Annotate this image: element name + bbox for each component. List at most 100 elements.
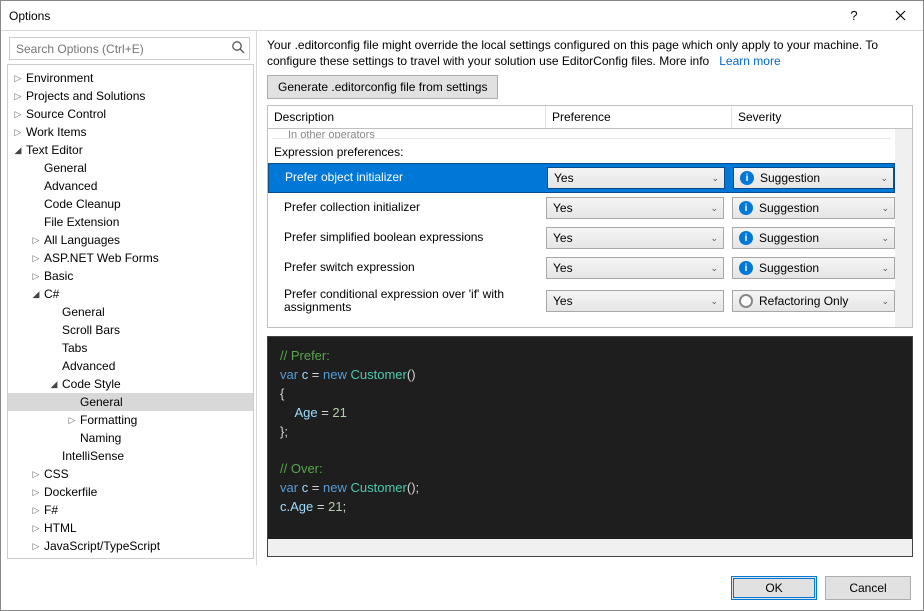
cancel-button[interactable]: Cancel [825,576,911,600]
previous-group-tail: In other operators [272,129,891,139]
rule-row[interactable]: Prefer collection initializerYes⌄iSugges… [268,193,895,223]
expand-collapse-icon[interactable]: ▷ [12,91,24,102]
tree-node-general[interactable]: General [8,393,253,411]
expand-collapse-icon[interactable]: ◢ [30,289,42,300]
tree-node-general[interactable]: General [8,303,253,321]
tree-node-source-control[interactable]: ▷Source Control [8,105,253,123]
tree-node-label: Work Items [24,125,86,139]
rule-row[interactable]: Prefer switch expressionYes⌄ iSuggestion⌄ [268,253,895,283]
help-button[interactable]: ? [831,1,877,30]
tree-node-label: IntelliSense [60,449,124,463]
ok-button[interactable]: OK [731,576,817,600]
tree-node-file-extension[interactable]: File Extension [8,213,253,231]
tree-node-label: Code Cleanup [42,197,121,211]
tree-node-label: Advanced [60,359,115,373]
tree-node-work-items[interactable]: ▷Work Items [8,123,253,141]
severity-dropdown[interactable]: Refactoring Only⌄ [732,290,895,312]
grid-vertical-scrollbar[interactable] [895,129,912,327]
tree-node-scroll-bars[interactable]: Scroll Bars [8,321,253,339]
chevron-down-icon: ⌄ [881,233,889,244]
chevron-down-icon: ⌄ [881,263,889,274]
tree-node-asp-net-web-forms[interactable]: ▷ASP.NET Web Forms [8,249,253,267]
severity-dropdown[interactable]: iSuggestion⌄ [732,227,895,249]
tree-node-advanced[interactable]: Advanced [8,177,253,195]
dialog-buttons: OK Cancel [731,576,911,600]
tree-node-javascript-typescript[interactable]: ▷JavaScript/TypeScript [8,537,253,555]
severity-info-icon: i [739,231,753,245]
tree-node-label: F# [42,503,58,517]
expand-collapse-icon[interactable]: ◢ [48,379,60,390]
info-text: Your .editorconfig file might override t… [267,37,913,69]
tree-node-text-editor[interactable]: ◢Text Editor [8,141,253,159]
tree-node-general[interactable]: General [8,159,253,177]
options-tree[interactable]: ▷Environment▷Projects and Solutions▷Sour… [7,64,254,559]
right-pane: Your .editorconfig file might override t… [257,31,923,565]
col-description[interactable]: Description [268,106,546,128]
tree-node-tabs[interactable]: Tabs [8,339,253,357]
rule-row[interactable]: Prefer object initializerYes⌄ iSuggestion… [268,163,895,193]
tree-node-advanced[interactable]: Advanced [8,357,253,375]
severity-dropdown[interactable]: iSuggestion⌄ [732,257,895,279]
tree-node-label: Projects and Solutions [24,89,145,103]
rule-row[interactable]: Prefer conditional expression over 'if' … [268,283,895,319]
tree-node-label: Basic [42,269,73,283]
expand-collapse-icon[interactable]: ▷ [30,271,42,282]
tree-node-label: CSS [42,467,69,481]
tree-node-projects-and-solutions[interactable]: ▷Projects and Solutions [8,87,253,105]
tree-node-label: All Languages [42,233,120,247]
tree-node-c-[interactable]: ◢C# [8,285,253,303]
tree-node-css[interactable]: ▷CSS [8,465,253,483]
tree-node-code-style[interactable]: ◢Code Style [8,375,253,393]
tree-node-label: C# [42,287,59,301]
preference-dropdown[interactable]: Yes⌄ [546,257,724,279]
expand-collapse-icon[interactable]: ◢ [12,145,24,156]
tree-node-basic[interactable]: ▷Basic [8,267,253,285]
expand-collapse-icon[interactable]: ▷ [30,505,42,516]
search-input[interactable] [9,37,250,60]
col-preference[interactable]: Preference [546,106,732,128]
rule-description: Prefer switch expression [284,261,546,275]
tree-node-f-[interactable]: ▷F# [8,501,253,519]
expand-collapse-icon[interactable]: ▷ [12,109,24,120]
tree-node-formatting[interactable]: ▷Formatting [8,411,253,429]
expand-collapse-icon[interactable]: ▷ [12,73,24,84]
severity-info-icon: i [739,201,753,215]
code-horizontal-scrollbar[interactable] [268,539,912,556]
expand-collapse-icon[interactable]: ▷ [30,541,42,552]
preference-dropdown[interactable]: Yes⌄ [546,227,724,249]
close-button[interactable] [877,1,923,30]
preference-dropdown[interactable]: Yes⌄ [546,290,724,312]
rule-row[interactable]: Prefer simplified boolean expressionsYes… [268,223,895,253]
expand-collapse-icon[interactable]: ▷ [66,415,78,426]
tree-node-dockerfile[interactable]: ▷Dockerfile [8,483,253,501]
expand-collapse-icon[interactable]: ▷ [30,469,42,480]
tree-node-label: Advanced [42,179,97,193]
tree-node-label: General [42,161,87,175]
tree-node-all-languages[interactable]: ▷All Languages [8,231,253,249]
expand-collapse-icon[interactable]: ▷ [30,523,42,534]
preference-dropdown[interactable]: Yes⌄ [546,197,724,219]
expand-collapse-icon[interactable]: ▷ [30,487,42,498]
expand-collapse-icon[interactable]: ▷ [30,253,42,264]
col-severity[interactable]: Severity [732,106,912,128]
tree-node-label: HTML [42,521,77,535]
severity-info-icon: i [739,261,753,275]
expand-collapse-icon[interactable]: ▷ [12,127,24,138]
tree-node-naming[interactable]: Naming [8,429,253,447]
tree-node-label: General [60,305,105,319]
rule-description: Prefer object initializer [285,171,547,185]
severity-dropdown[interactable]: iSuggestion⌄ [732,197,895,219]
tree-node-environment[interactable]: ▷Environment [8,69,253,87]
grid-header: Description Preference Severity [267,105,913,128]
preference-dropdown[interactable]: Yes⌄ [547,167,725,189]
tree-node-html[interactable]: ▷HTML [8,519,253,537]
tree-node-label: Formatting [78,413,137,427]
learn-more-link[interactable]: Learn more [719,54,780,68]
severity-dropdown[interactable]: iSuggestion⌄ [733,167,894,189]
tree-node-intellisense[interactable]: IntelliSense [8,447,253,465]
tree-node-code-cleanup[interactable]: Code Cleanup [8,195,253,213]
tree-node-label: Tabs [60,341,87,355]
generate-editorconfig-button[interactable]: Generate .editorconfig file from setting… [267,75,498,99]
expand-collapse-icon[interactable]: ▷ [30,235,42,246]
group-expression-preferences: Expression preferences: [268,139,895,163]
